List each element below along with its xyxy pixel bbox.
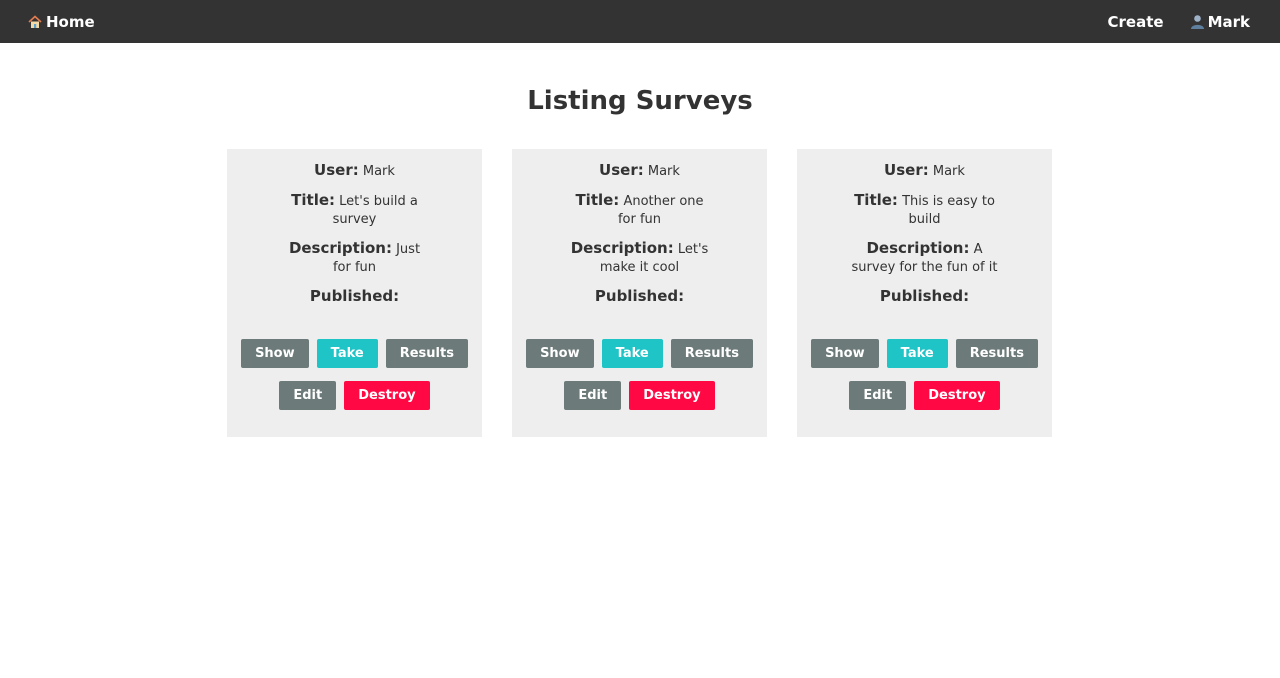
destroy-button[interactable]: Destroy xyxy=(629,381,715,410)
description-label: Description: xyxy=(570,239,674,257)
survey-description-field: Description: Let's make it cool xyxy=(565,239,715,277)
survey-description-field: Description: Just for fun xyxy=(280,239,430,277)
published-label: Published: xyxy=(309,287,400,305)
page-title: Listing Surveys xyxy=(527,86,753,116)
survey-list: User: Mark Title: Let's build a survey D… xyxy=(227,149,1052,437)
title-label: Title: xyxy=(575,191,620,209)
destroy-button[interactable]: Destroy xyxy=(914,381,1000,410)
edit-button[interactable]: Edit xyxy=(849,381,907,410)
survey-title-value: This is easy to build xyxy=(902,194,995,227)
survey-title-field: Title: Let's build a survey xyxy=(280,191,430,229)
survey-user-value: Mark xyxy=(647,164,680,179)
survey-title-value: Let's build a survey xyxy=(332,194,418,227)
survey-actions-secondary: Edit Destroy xyxy=(797,381,1052,410)
user-label: User: xyxy=(599,161,644,179)
edit-button[interactable]: Edit xyxy=(564,381,622,410)
survey-card: User: Mark Title: Let's build a survey D… xyxy=(227,149,482,437)
survey-user-field: User: Mark xyxy=(565,161,715,181)
description-label: Description: xyxy=(288,239,392,257)
survey-published-field: Published: xyxy=(280,287,430,307)
results-button[interactable]: Results xyxy=(670,339,753,368)
user-menu-link[interactable]: Mark xyxy=(1190,13,1250,31)
published-label: Published: xyxy=(879,287,970,305)
nav-right: Create Mark xyxy=(1108,0,1250,43)
published-label: Published: xyxy=(594,287,685,305)
survey-title-field: Title: Another one for fun xyxy=(565,191,715,229)
user-label: User: xyxy=(314,161,359,179)
destroy-button[interactable]: Destroy xyxy=(344,381,430,410)
survey-actions-secondary: Edit Destroy xyxy=(512,381,767,410)
survey-user-field: User: Mark xyxy=(850,161,1000,181)
survey-user-field: User: Mark xyxy=(280,161,430,181)
survey-title-value: Another one for fun xyxy=(617,194,704,227)
user-label: User: xyxy=(884,161,929,179)
survey-published-field: Published: xyxy=(850,287,1000,307)
survey-user-value: Mark xyxy=(932,164,965,179)
show-button[interactable]: Show xyxy=(811,339,879,368)
survey-card: User: Mark Title: Another one for fun De… xyxy=(512,149,767,437)
survey-card: User: Mark Title: This is easy to build … xyxy=(797,149,1052,437)
take-button[interactable]: Take xyxy=(601,339,663,368)
survey-title-field: Title: This is easy to build xyxy=(850,191,1000,229)
survey-user-value: Mark xyxy=(362,164,395,179)
survey-actions-secondary: Edit Destroy xyxy=(227,381,482,410)
description-label: Description: xyxy=(866,239,970,257)
results-button[interactable]: Results xyxy=(955,339,1038,368)
survey-actions-primary: Show Take Results xyxy=(797,339,1052,368)
survey-actions-primary: Show Take Results xyxy=(227,339,482,368)
edit-button[interactable]: Edit xyxy=(279,381,337,410)
take-button[interactable]: Take xyxy=(886,339,948,368)
survey-actions-primary: Show Take Results xyxy=(512,339,767,368)
user-icon xyxy=(1190,14,1205,29)
survey-description-field: Description: A survey for the fun of it xyxy=(850,239,1000,277)
user-label: Mark xyxy=(1207,12,1250,31)
take-button[interactable]: Take xyxy=(316,339,378,368)
title-label: Title: xyxy=(854,191,898,209)
results-button[interactable]: Results xyxy=(385,339,468,368)
title-label: Title: xyxy=(291,191,336,209)
survey-published-field: Published: xyxy=(565,287,715,307)
navbar: Home Create Mark xyxy=(0,0,1280,43)
home-link[interactable]: Home xyxy=(28,0,95,43)
show-button[interactable]: Show xyxy=(526,339,594,368)
home-icon xyxy=(28,14,42,29)
home-label: Home xyxy=(46,12,95,31)
create-link[interactable]: Create xyxy=(1108,13,1164,31)
show-button[interactable]: Show xyxy=(241,339,309,368)
